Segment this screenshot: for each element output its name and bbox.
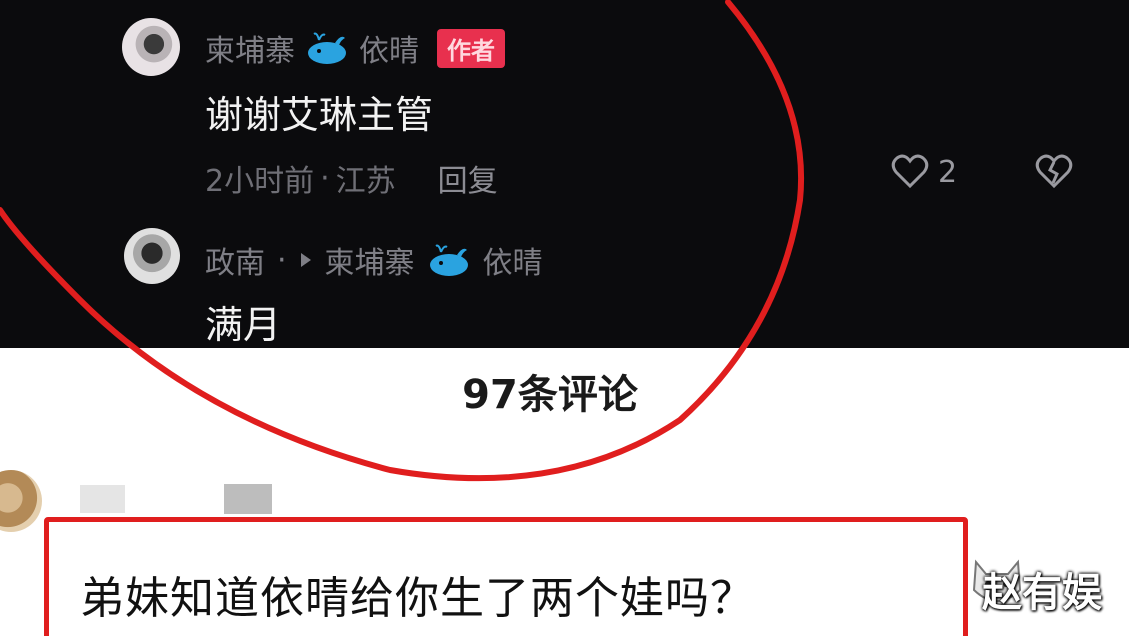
reply-text: 满月 [205,303,282,347]
whale-icon [308,32,346,64]
reply-button[interactable]: 回复 [438,156,498,200]
username[interactable]: 柬埔寨 [205,26,295,70]
watermark: 赵有娱 [982,570,1102,616]
play-arrow-icon [300,253,311,267]
broken-heart-icon[interactable] [1034,152,1074,192]
whale-icon [429,244,468,276]
like-count: 2 [938,154,958,190]
author-badge: 作者 [437,28,505,68]
separator: · [320,160,330,196]
separator: · [277,242,287,278]
blurred-username [80,485,125,513]
blurred-username [224,484,272,514]
username-suffix: 依晴 [359,34,419,69]
comment-meta: 2小时前 · 江苏 回复 [205,156,498,200]
comment-count-heading: 97条评论 [462,372,638,418]
heart-icon [891,154,929,189]
like-button[interactable]: 2 [890,152,957,192]
highlighted-comment-text: 弟妹知道依晴给你生了两个娃吗？ [80,573,755,624]
reply-author-line: 政南 · 柬埔寨 依晴 [205,238,543,282]
avatar[interactable] [0,470,42,532]
reply-to-suffix: 依晴 [482,246,543,281]
comment-location: 江苏 [335,164,396,199]
avatar[interactable] [122,18,180,76]
comment-text: 谢谢艾琳主管 [205,93,434,137]
comment-time: 2小时前 [205,164,315,199]
avatar[interactable] [124,228,180,284]
comment-author-line: 柬埔寨 依晴 作者 [205,26,505,70]
username[interactable]: 政南 [205,238,265,282]
reply-to-username[interactable]: 柬埔寨 [325,238,415,282]
